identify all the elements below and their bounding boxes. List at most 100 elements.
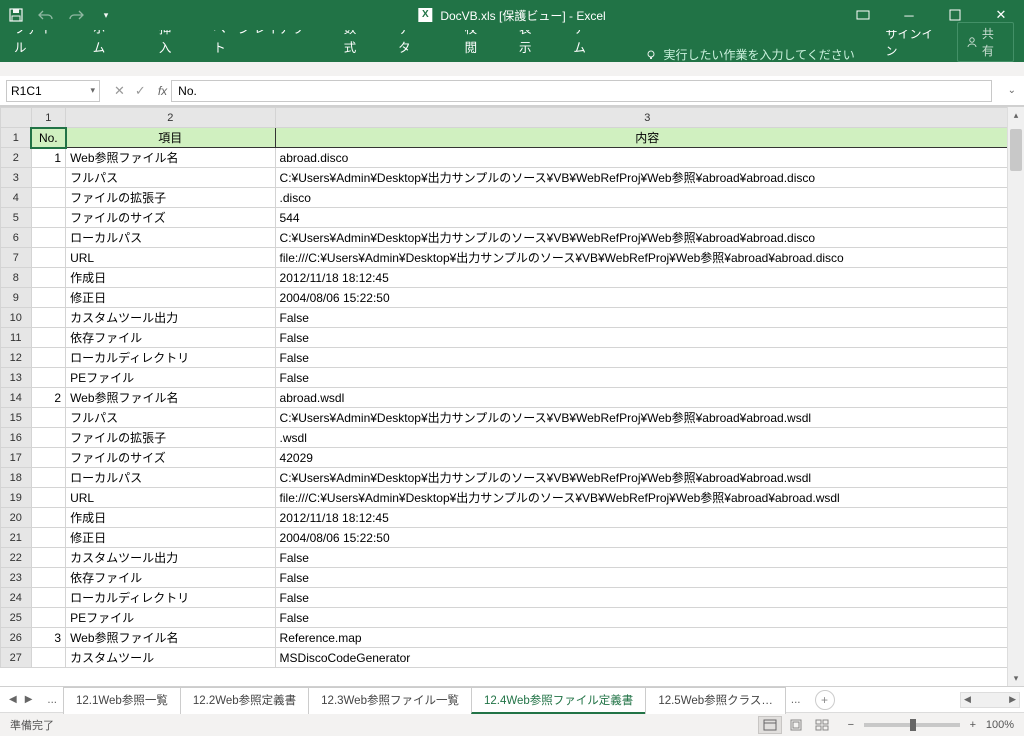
cell-value[interactable]: file:///C:¥Users¥Admin¥Desktop¥出力サンプルのソー… bbox=[275, 488, 1019, 508]
cell-value[interactable]: False bbox=[275, 548, 1019, 568]
ribbon-display-icon[interactable] bbox=[840, 0, 886, 30]
cell-item[interactable]: Web参照ファイル名 bbox=[66, 388, 275, 408]
row-header[interactable]: 10 bbox=[1, 308, 32, 328]
cell-item[interactable]: 依存ファイル bbox=[66, 328, 275, 348]
row-header[interactable]: 21 bbox=[1, 528, 32, 548]
cell-item[interactable]: 修正日 bbox=[66, 528, 275, 548]
row-header[interactable]: 23 bbox=[1, 568, 32, 588]
cell-no[interactable]: 2 bbox=[31, 388, 66, 408]
row-header[interactable]: 17 bbox=[1, 448, 32, 468]
cell-item[interactable]: URL bbox=[66, 488, 275, 508]
row-header[interactable]: 18 bbox=[1, 468, 32, 488]
cell-no[interactable] bbox=[31, 248, 66, 268]
row-header[interactable]: 8 bbox=[1, 268, 32, 288]
cell-item[interactable]: カスタムツール bbox=[66, 648, 275, 668]
hdr-content[interactable]: 内容 bbox=[275, 128, 1019, 148]
cell-value[interactable]: 2004/08/06 15:22:50 bbox=[275, 288, 1019, 308]
sheet-tabs-right-ellipsis[interactable]: ... bbox=[785, 694, 807, 706]
cell-no[interactable] bbox=[31, 308, 66, 328]
cell-no[interactable] bbox=[31, 488, 66, 508]
scroll-up-icon[interactable]: ▴ bbox=[1008, 107, 1024, 123]
cell-value[interactable]: Reference.map bbox=[275, 628, 1019, 648]
row-header[interactable]: 1 bbox=[1, 128, 32, 148]
cell-value[interactable]: 2012/11/18 18:12:45 bbox=[275, 508, 1019, 528]
formula-expand-icon[interactable]: ⌄ bbox=[1000, 85, 1024, 96]
cell-item[interactable]: ファイルのサイズ bbox=[66, 208, 275, 228]
scroll-down-icon[interactable]: ▾ bbox=[1008, 670, 1024, 686]
cell-value[interactable]: .wsdl bbox=[275, 428, 1019, 448]
qat-dropdown-icon[interactable]: ▾ bbox=[98, 7, 114, 23]
name-box[interactable]: R1C1 ▾ bbox=[6, 80, 100, 102]
cell-no[interactable] bbox=[31, 648, 66, 668]
cell-value[interactable]: .disco bbox=[275, 188, 1019, 208]
cell-no[interactable] bbox=[31, 408, 66, 428]
cell-value[interactable]: C:¥Users¥Admin¥Desktop¥出力サンプルのソース¥VB¥Web… bbox=[275, 468, 1019, 488]
zoom-slider-knob[interactable] bbox=[910, 719, 916, 731]
row-header[interactable]: 12 bbox=[1, 348, 32, 368]
cell-no[interactable] bbox=[31, 208, 66, 228]
col-header-3[interactable]: 3 bbox=[275, 108, 1019, 128]
vertical-scrollbar[interactable]: ▴ ▾ bbox=[1007, 107, 1024, 686]
cell-no[interactable] bbox=[31, 568, 66, 588]
cell-no[interactable]: 3 bbox=[31, 628, 66, 648]
normal-view-icon[interactable] bbox=[758, 716, 782, 734]
col-header-1[interactable]: 1 bbox=[31, 108, 66, 128]
zoom-in-button[interactable]: + bbox=[966, 719, 980, 731]
cell-item[interactable]: 修正日 bbox=[66, 288, 275, 308]
row-header[interactable]: 2 bbox=[1, 148, 32, 168]
cell-item[interactable]: カスタムツール出力 bbox=[66, 548, 275, 568]
cell-value[interactable]: False bbox=[275, 368, 1019, 388]
hdr-no[interactable]: No. bbox=[31, 128, 66, 148]
page-break-view-icon[interactable] bbox=[810, 716, 834, 734]
cell-item[interactable]: ファイルのサイズ bbox=[66, 448, 275, 468]
row-header[interactable]: 13 bbox=[1, 368, 32, 388]
cell-item[interactable]: URL bbox=[66, 248, 275, 268]
cell-item[interactable]: Web参照ファイル名 bbox=[66, 148, 275, 168]
cell-item[interactable]: 依存ファイル bbox=[66, 568, 275, 588]
cell-value[interactable]: 544 bbox=[275, 208, 1019, 228]
cell-no[interactable] bbox=[31, 428, 66, 448]
row-header[interactable]: 11 bbox=[1, 328, 32, 348]
cell-item[interactable]: フルパス bbox=[66, 168, 275, 188]
tab-nav-prev-icon[interactable]: ◀ bbox=[6, 692, 20, 707]
cell-item[interactable]: ローカルパス bbox=[66, 468, 275, 488]
row-header[interactable]: 15 bbox=[1, 408, 32, 428]
worksheet-grid[interactable]: 1 2 3 1No.項目内容21Web参照ファイル名abroad.disco3フ… bbox=[0, 107, 1020, 668]
cell-no[interactable] bbox=[31, 588, 66, 608]
sheet-tab[interactable]: 12.1Web参照一覧 bbox=[63, 687, 181, 714]
sheet-tab[interactable]: 12.3Web参照ファイル一覧 bbox=[308, 687, 472, 714]
row-header[interactable]: 5 bbox=[1, 208, 32, 228]
undo-icon[interactable] bbox=[38, 7, 54, 23]
grid-viewport[interactable]: 1 2 3 1No.項目内容21Web参照ファイル名abroad.disco3フ… bbox=[0, 107, 1024, 686]
cell-item[interactable]: PEファイル bbox=[66, 368, 275, 388]
scrollbar-thumb[interactable] bbox=[1010, 129, 1022, 171]
minimize-button[interactable]: ─ bbox=[886, 0, 932, 30]
sheet-tab[interactable]: 12.2Web参照定義書 bbox=[180, 687, 309, 714]
cell-value[interactable]: 2004/08/06 15:22:50 bbox=[275, 528, 1019, 548]
cell-value[interactable]: 2012/11/18 18:12:45 bbox=[275, 268, 1019, 288]
new-sheet-button[interactable]: + bbox=[815, 690, 835, 710]
cell-no[interactable] bbox=[31, 348, 66, 368]
cell-no[interactable] bbox=[31, 508, 66, 528]
cell-item[interactable]: ローカルパス bbox=[66, 228, 275, 248]
cell-no[interactable] bbox=[31, 448, 66, 468]
cell-item[interactable]: カスタムツール出力 bbox=[66, 308, 275, 328]
cell-no[interactable] bbox=[31, 468, 66, 488]
formula-bar[interactable]: No. bbox=[171, 80, 991, 102]
tell-me-input[interactable] bbox=[663, 48, 863, 62]
cell-value[interactable]: C:¥Users¥Admin¥Desktop¥出力サンプルのソース¥VB¥Web… bbox=[275, 408, 1019, 428]
row-header[interactable]: 24 bbox=[1, 588, 32, 608]
cell-no[interactable] bbox=[31, 328, 66, 348]
cell-no[interactable] bbox=[31, 548, 66, 568]
cell-value[interactable]: False bbox=[275, 348, 1019, 368]
select-all-corner[interactable] bbox=[1, 108, 32, 128]
cell-value[interactable]: False bbox=[275, 308, 1019, 328]
cell-item[interactable]: ローカルディレクトリ bbox=[66, 348, 275, 368]
horizontal-scrollbar[interactable]: ◀▶ bbox=[960, 692, 1020, 708]
cell-no[interactable] bbox=[31, 608, 66, 628]
zoom-level[interactable]: 100% bbox=[986, 719, 1014, 731]
cell-value[interactable]: MSDiscoCodeGenerator bbox=[275, 648, 1019, 668]
row-header[interactable]: 19 bbox=[1, 488, 32, 508]
cell-value[interactable]: False bbox=[275, 568, 1019, 588]
row-header[interactable]: 26 bbox=[1, 628, 32, 648]
